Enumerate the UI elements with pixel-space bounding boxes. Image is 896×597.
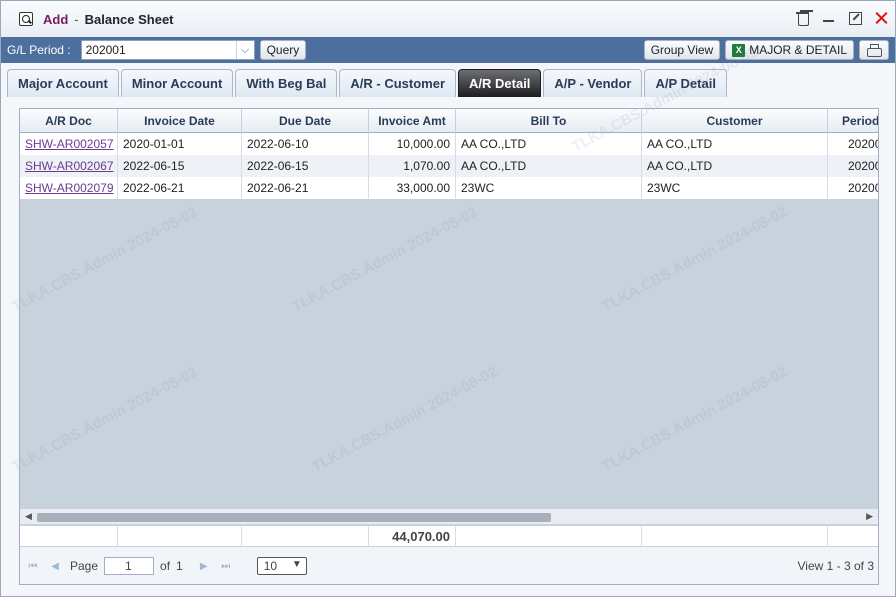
period-cell: 20200 (828, 133, 878, 155)
invoice-date-cell: 2020-01-01 (118, 133, 242, 155)
tab-ar-customer[interactable]: A/R - Customer (339, 69, 457, 97)
tab-ar-detail[interactable]: A/R Detail (458, 69, 542, 97)
column-header-period[interactable]: Period (828, 109, 878, 133)
period-cell: 20200 (828, 155, 878, 177)
invoice-date-cell: 2022-06-21 (118, 177, 242, 199)
column-header-customer[interactable]: Customer (642, 109, 828, 133)
magnifier-document-icon (19, 12, 33, 26)
totals-empty-cell (118, 526, 242, 546)
period-cell: 20200 (828, 177, 878, 199)
totals-empty-cell (642, 526, 828, 546)
trash-icon[interactable] (795, 10, 811, 26)
title-bar: Add - Balance Sheet (1, 1, 895, 37)
totals-empty-cell (242, 526, 369, 546)
pager: ⏮ ◀ Page 1 of 1 ▶ ⏭ 10 ▼ View 1 - 3 of 3 (20, 547, 878, 584)
horizontal-scrollbar[interactable]: ◀ ▶ (20, 508, 878, 524)
printer-icon (866, 43, 882, 57)
view-range-text: View 1 - 3 of 3 (797, 559, 875, 573)
grid-body: SHW-AR002057 2020-01-01 2022-06-10 10,00… (20, 133, 878, 199)
due-date-cell: 2022-06-21 (242, 177, 369, 199)
of-label: of (160, 559, 171, 573)
invoice-amt-total: 44,070.00 (369, 526, 456, 546)
due-date-cell: 2022-06-15 (242, 155, 369, 177)
scroll-right-icon[interactable]: ▶ (866, 511, 873, 522)
tab-ap-detail[interactable]: A/P Detail (644, 69, 727, 97)
invoice-amt-cell: 33,000.00 (369, 177, 456, 199)
group-view-button[interactable]: Group View (643, 40, 721, 60)
totals-empty-cell (828, 526, 878, 546)
balance-sheet-window: Add - Balance Sheet G/L Period : 202001 … (0, 0, 896, 597)
window-mode: Add (43, 11, 69, 27)
grid-header: A/R Doc Invoice Date Due Date Invoice Am… (20, 109, 878, 133)
page-size-select[interactable]: 10 ▼ (256, 557, 307, 575)
title-separator: - (74, 11, 79, 27)
invoice-date-cell: 2022-06-15 (118, 155, 242, 177)
chevron-down-icon: ▼ (291, 559, 302, 570)
first-page-icon[interactable]: ⏮ (26, 559, 40, 573)
tab-major-account[interactable]: Major Account (7, 69, 119, 97)
ar-detail-grid: A/R Doc Invoice Date Due Date Invoice Am… (19, 108, 879, 585)
window-title: Balance Sheet (84, 11, 174, 27)
tab-bar: Major Account Minor Account With Beg Bal… (7, 69, 727, 97)
due-date-cell: 2022-06-10 (242, 133, 369, 155)
page-label: Page (70, 559, 99, 573)
tab-with-beg-bal[interactable]: With Beg Bal (235, 69, 338, 97)
scrollbar-thumb[interactable] (37, 513, 551, 522)
total-pages: 1 (176, 559, 183, 573)
page-number-input[interactable]: 1 (104, 557, 155, 575)
last-page-icon[interactable]: ⏭ (219, 559, 233, 573)
major-detail-label: MAJOR & DETAIL (749, 43, 847, 57)
column-header-due-date[interactable]: Due Date (242, 109, 369, 133)
chevron-down-icon[interactable]: ⌵ (235, 41, 254, 59)
bill-to-cell: 23WC (456, 177, 642, 199)
scroll-left-icon[interactable]: ◀ (25, 511, 32, 522)
customer-cell: 23WC (642, 177, 828, 199)
customer-cell: AA CO.,LTD (642, 155, 828, 177)
tab-minor-account[interactable]: Minor Account (120, 69, 234, 97)
major-detail-button[interactable]: X MAJOR & DETAIL (725, 40, 854, 60)
period-value: 202001 (85, 43, 126, 57)
period-label: G/L Period : (7, 43, 71, 57)
ar-doc-cell[interactable]: SHW-AR002079 (20, 177, 118, 199)
page-size-value: 10 (263, 559, 278, 573)
totals-row: 44,070.00 (20, 525, 878, 547)
toolbar: G/L Period : 202001 ⌵ Query Group View X… (1, 37, 895, 63)
ar-doc-link[interactable]: SHW-AR002067 (25, 159, 114, 173)
totals-empty-cell (20, 526, 118, 546)
period-select[interactable]: 202001 ⌵ (80, 40, 255, 60)
invoice-amt-cell: 10,000.00 (369, 133, 456, 155)
bill-to-cell: AA CO.,LTD (456, 133, 642, 155)
ar-doc-link[interactable]: SHW-AR002079 (25, 181, 114, 195)
column-header-invoice-date[interactable]: Invoice Date (118, 109, 242, 133)
ar-doc-cell[interactable]: SHW-AR002057 (20, 133, 118, 155)
customer-cell: AA CO.,LTD (642, 133, 828, 155)
prev-page-icon[interactable]: ◀ (48, 559, 62, 573)
column-header-invoice-amt[interactable]: Invoice Amt (369, 109, 456, 133)
next-page-icon[interactable]: ▶ (197, 559, 211, 573)
minimize-icon[interactable] (821, 10, 837, 26)
column-header-ar-doc[interactable]: A/R Doc (20, 109, 118, 133)
totals-empty-cell (456, 526, 642, 546)
close-icon[interactable] (873, 10, 889, 26)
column-header-bill-to[interactable]: Bill To (456, 109, 642, 133)
ar-doc-cell[interactable]: SHW-AR002067 (20, 155, 118, 177)
excel-icon: X (732, 43, 746, 57)
window-controls (795, 10, 889, 26)
bill-to-cell: AA CO.,LTD (456, 155, 642, 177)
print-button[interactable] (859, 40, 889, 60)
table-row[interactable]: SHW-AR002057 2020-01-01 2022-06-10 10,00… (20, 133, 878, 155)
tab-ap-vendor[interactable]: A/P - Vendor (543, 69, 643, 97)
invoice-amt-cell: 1,070.00 (369, 155, 456, 177)
table-row[interactable]: SHW-AR002079 2022-06-21 2022-06-21 33,00… (20, 177, 878, 199)
ar-doc-link[interactable]: SHW-AR002057 (25, 137, 114, 151)
maximize-icon[interactable] (847, 10, 863, 26)
query-button[interactable]: Query (259, 40, 307, 60)
table-row[interactable]: SHW-AR002067 2022-06-15 2022-06-15 1,070… (20, 155, 878, 177)
toolbar-right: Group View X MAJOR & DETAIL (643, 40, 889, 60)
